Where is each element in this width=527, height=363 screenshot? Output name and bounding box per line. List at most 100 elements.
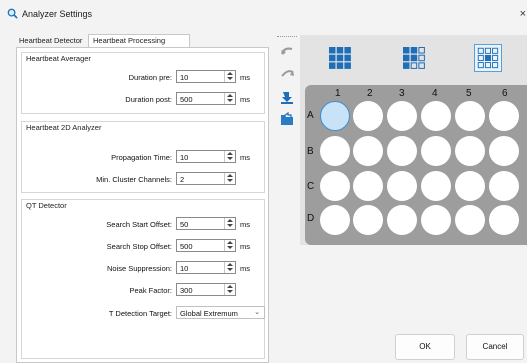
plate-toolstrip bbox=[276, 36, 298, 156]
well-d4[interactable] bbox=[421, 205, 451, 235]
group-title: QT Detector bbox=[26, 201, 67, 210]
field-label: Noise Suppression: bbox=[106, 264, 172, 273]
min-cluster-channels-row: Min. Cluster Channels: 2 bbox=[22, 172, 264, 186]
well-c5[interactable] bbox=[455, 171, 485, 201]
noise-suppression-input[interactable]: 10 bbox=[176, 261, 236, 274]
noise-suppression-row: Noise Suppression: 10 ms bbox=[22, 261, 264, 275]
well-d3[interactable] bbox=[387, 205, 417, 235]
well-b1[interactable] bbox=[320, 136, 350, 166]
unit-label: ms bbox=[240, 242, 250, 251]
spinner[interactable] bbox=[224, 93, 235, 104]
search-start-offset-input[interactable]: 50 bbox=[176, 217, 236, 230]
select-value: Global Extremum bbox=[180, 309, 238, 318]
unit-label: ms bbox=[240, 95, 250, 104]
peak-factor-row: Peak Factor: 300 bbox=[22, 283, 264, 297]
field-value: 2 bbox=[180, 175, 185, 184]
column-label: 3 bbox=[399, 88, 405, 99]
group-title: Heartbeat 2D Analyzer bbox=[26, 123, 102, 132]
well-a1[interactable] bbox=[320, 101, 350, 131]
duration-post-input[interactable]: 500 bbox=[176, 92, 236, 105]
field-label: Search Start Offset: bbox=[106, 220, 172, 229]
well-d5[interactable] bbox=[455, 205, 485, 235]
spinner[interactable] bbox=[224, 284, 235, 295]
import-icon[interactable] bbox=[279, 90, 295, 104]
well-b3[interactable] bbox=[387, 136, 417, 166]
well-c6[interactable] bbox=[489, 171, 519, 201]
column-label: 4 bbox=[432, 88, 438, 99]
unit-label: ms bbox=[240, 220, 250, 229]
close-button[interactable]: × bbox=[520, 8, 526, 20]
spinner[interactable] bbox=[224, 218, 235, 229]
field-label: Peak Factor: bbox=[129, 286, 172, 295]
spinner[interactable] bbox=[224, 240, 235, 251]
well-a5[interactable] bbox=[455, 101, 485, 131]
t-detection-target-row: T Detection Target: Global Extremum ⌄ bbox=[22, 306, 265, 320]
column-label: 6 bbox=[502, 88, 508, 99]
duration-pre-input[interactable]: 10 bbox=[176, 70, 236, 83]
column-label: 1 bbox=[335, 88, 341, 99]
field-label: Min. Cluster Channels: bbox=[96, 175, 172, 184]
column-label: 2 bbox=[367, 88, 373, 99]
field-label: Propagation Time: bbox=[111, 153, 172, 162]
field-label: Duration pre: bbox=[128, 73, 172, 82]
row-label: A bbox=[307, 110, 314, 121]
search-stop-offset-input[interactable]: 500 bbox=[176, 239, 236, 252]
qt-detector-group: QT Detector Search Start Offset: 50 ms S… bbox=[21, 199, 265, 359]
propagation-time-row: Propagation Time: 10 ms bbox=[22, 150, 264, 164]
well-b6[interactable] bbox=[489, 136, 519, 166]
full-grid-layout-icon[interactable] bbox=[326, 44, 354, 72]
plate-view: 1 2 3 4 5 6 A B C D bbox=[300, 35, 527, 245]
unit-label: ms bbox=[240, 73, 250, 82]
peak-factor-input[interactable]: 300 bbox=[176, 283, 236, 296]
well-a4[interactable] bbox=[421, 101, 451, 131]
row-label: C bbox=[307, 181, 315, 192]
min-cluster-channels-input[interactable]: 2 bbox=[176, 172, 236, 185]
export-icon[interactable] bbox=[279, 112, 295, 126]
well-b2[interactable] bbox=[353, 136, 383, 166]
field-value: 50 bbox=[180, 220, 189, 229]
well-d2[interactable] bbox=[353, 205, 383, 235]
well-c4[interactable] bbox=[421, 171, 451, 201]
heartbeat-2d-analyzer-group: Heartbeat 2D Analyzer Propagation Time: … bbox=[21, 121, 265, 193]
single-well-layout-icon[interactable] bbox=[474, 44, 502, 72]
field-value: 500 bbox=[180, 95, 193, 104]
cancel-button[interactable]: Cancel bbox=[466, 334, 524, 360]
propagation-time-input[interactable]: 10 bbox=[176, 150, 236, 163]
well-c1[interactable] bbox=[320, 171, 350, 201]
well-d1[interactable] bbox=[320, 205, 350, 235]
well-b4[interactable] bbox=[421, 136, 451, 166]
duration-post-row: Duration post: 500 ms bbox=[22, 92, 264, 106]
heartbeat-averager-group: Heartbeat Averager Duration pre: 10 ms D… bbox=[21, 52, 265, 114]
title-bar: Analyzer Settings × bbox=[0, 0, 527, 28]
well-a6[interactable] bbox=[489, 101, 519, 131]
field-value: 10 bbox=[180, 153, 189, 162]
spinner[interactable] bbox=[224, 151, 235, 162]
field-value: 10 bbox=[180, 73, 189, 82]
partial-grid-layout-icon[interactable] bbox=[400, 44, 428, 72]
group-title: Heartbeat Averager bbox=[26, 54, 91, 63]
rotate-right-icon[interactable] bbox=[279, 66, 295, 80]
well-b5[interactable] bbox=[455, 136, 485, 166]
spinner[interactable] bbox=[224, 262, 235, 273]
tab-heartbeat-processing[interactable]: Heartbeat Processing bbox=[88, 34, 190, 48]
well-a3[interactable] bbox=[387, 101, 417, 131]
well-a2[interactable] bbox=[353, 101, 383, 131]
field-value: 10 bbox=[180, 264, 189, 273]
field-label: T Detection Target: bbox=[108, 309, 172, 318]
unit-label: ms bbox=[240, 153, 250, 162]
window-title: Analyzer Settings bbox=[22, 9, 93, 19]
well-c3[interactable] bbox=[387, 171, 417, 201]
unit-label: ms bbox=[240, 264, 250, 273]
spinner[interactable] bbox=[224, 173, 235, 184]
duration-pre-row: Duration pre: 10 ms bbox=[22, 70, 264, 84]
well-d6[interactable] bbox=[489, 205, 519, 235]
row-label: D bbox=[307, 213, 315, 224]
well-c2[interactable] bbox=[353, 171, 383, 201]
ok-button[interactable]: OK bbox=[395, 334, 455, 360]
field-value: 500 bbox=[180, 242, 193, 251]
field-value: 300 bbox=[180, 286, 193, 295]
spinner[interactable] bbox=[224, 71, 235, 82]
search-start-offset-row: Search Start Offset: 50 ms bbox=[22, 217, 264, 231]
rotate-left-icon[interactable] bbox=[279, 44, 295, 58]
t-detection-target-select[interactable]: Global Extremum ⌄ bbox=[176, 306, 265, 319]
